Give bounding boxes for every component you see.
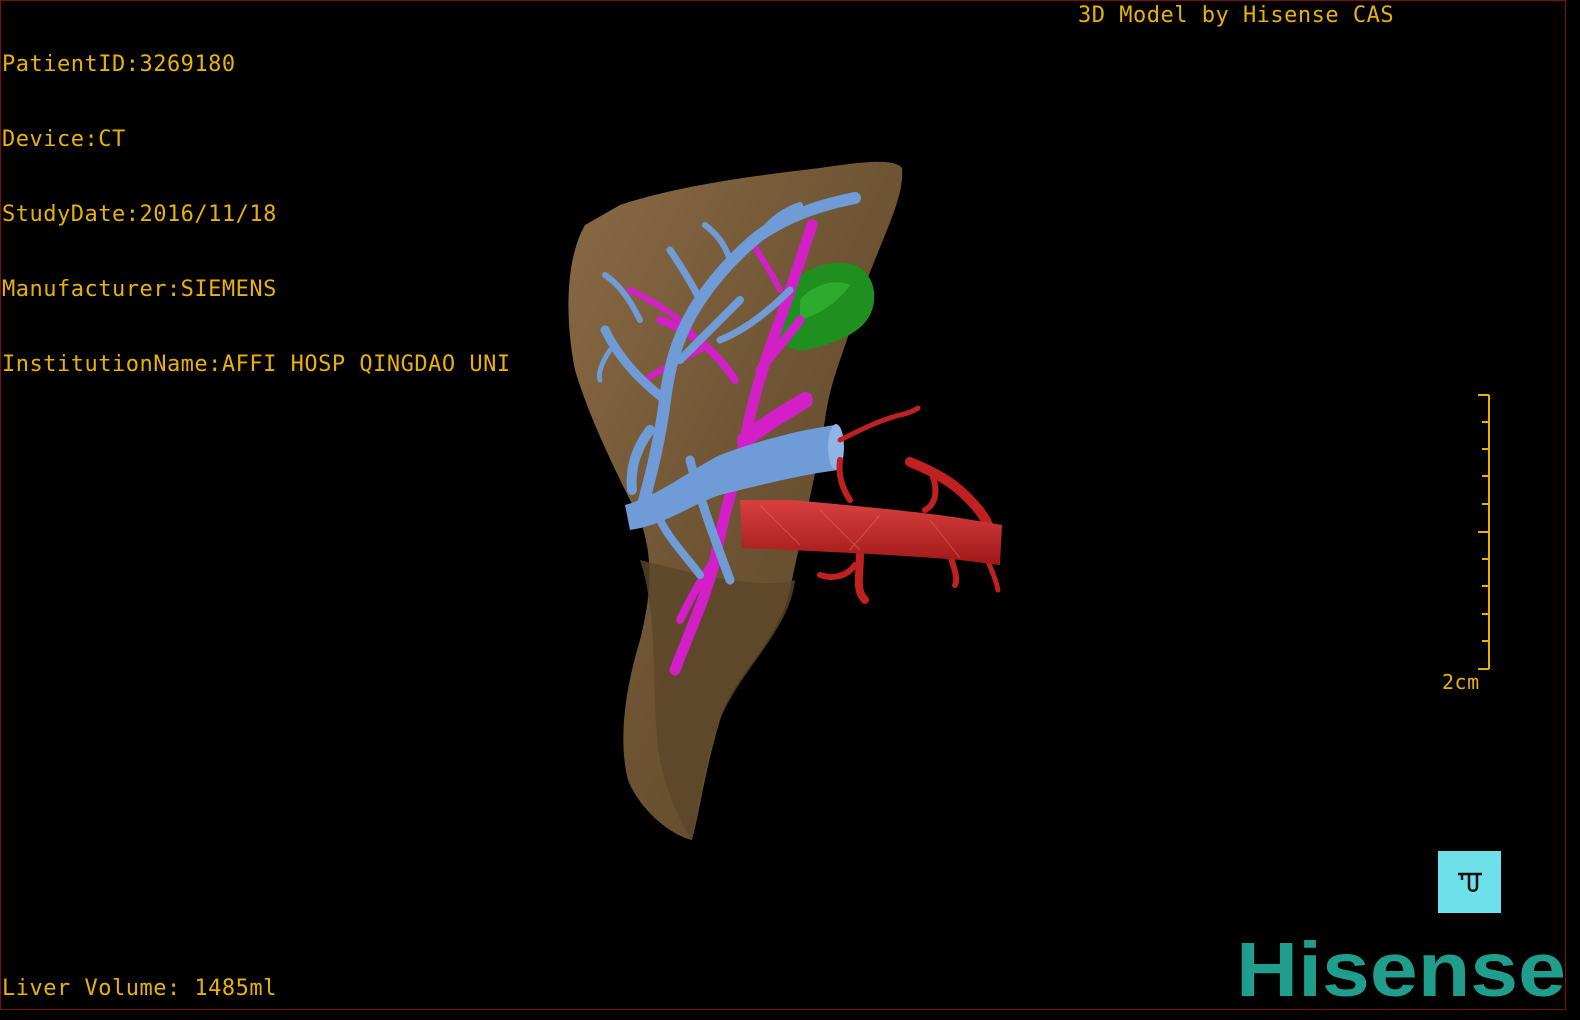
3d-viewport[interactable]: PatientID:3269180 Device:CT StudyDate:20… <box>0 0 1580 1020</box>
orientation-view-button[interactable] <box>1438 851 1501 913</box>
patient-id: PatientID:3269180 <box>2 52 236 77</box>
study-date: StudyDate:2016/11/18 <box>2 202 277 227</box>
model-credit: 3D Model by Hisense CAS <box>1078 3 1395 28</box>
hepatic-artery-branches <box>817 405 1001 604</box>
scale-ruler <box>1478 394 1490 670</box>
manufacturer: Manufacturer:SIEMENS <box>2 277 277 302</box>
institution-name: InstitutionName:AFFI HOSP QINGDAO UNI <box>2 352 511 377</box>
hisense-logo: Hisense <box>1236 930 1566 1006</box>
scale-label: 2cm <box>1442 670 1480 694</box>
logo-text: Hisense <box>1236 930 1566 1006</box>
device: Device:CT <box>2 127 126 152</box>
patient-info: PatientID:3269180 Device:CT StudyDate:20… <box>2 2 511 427</box>
liver-volume: Liver Volume: 1485ml <box>2 976 277 1001</box>
orientation-cube-icon <box>1457 872 1482 892</box>
